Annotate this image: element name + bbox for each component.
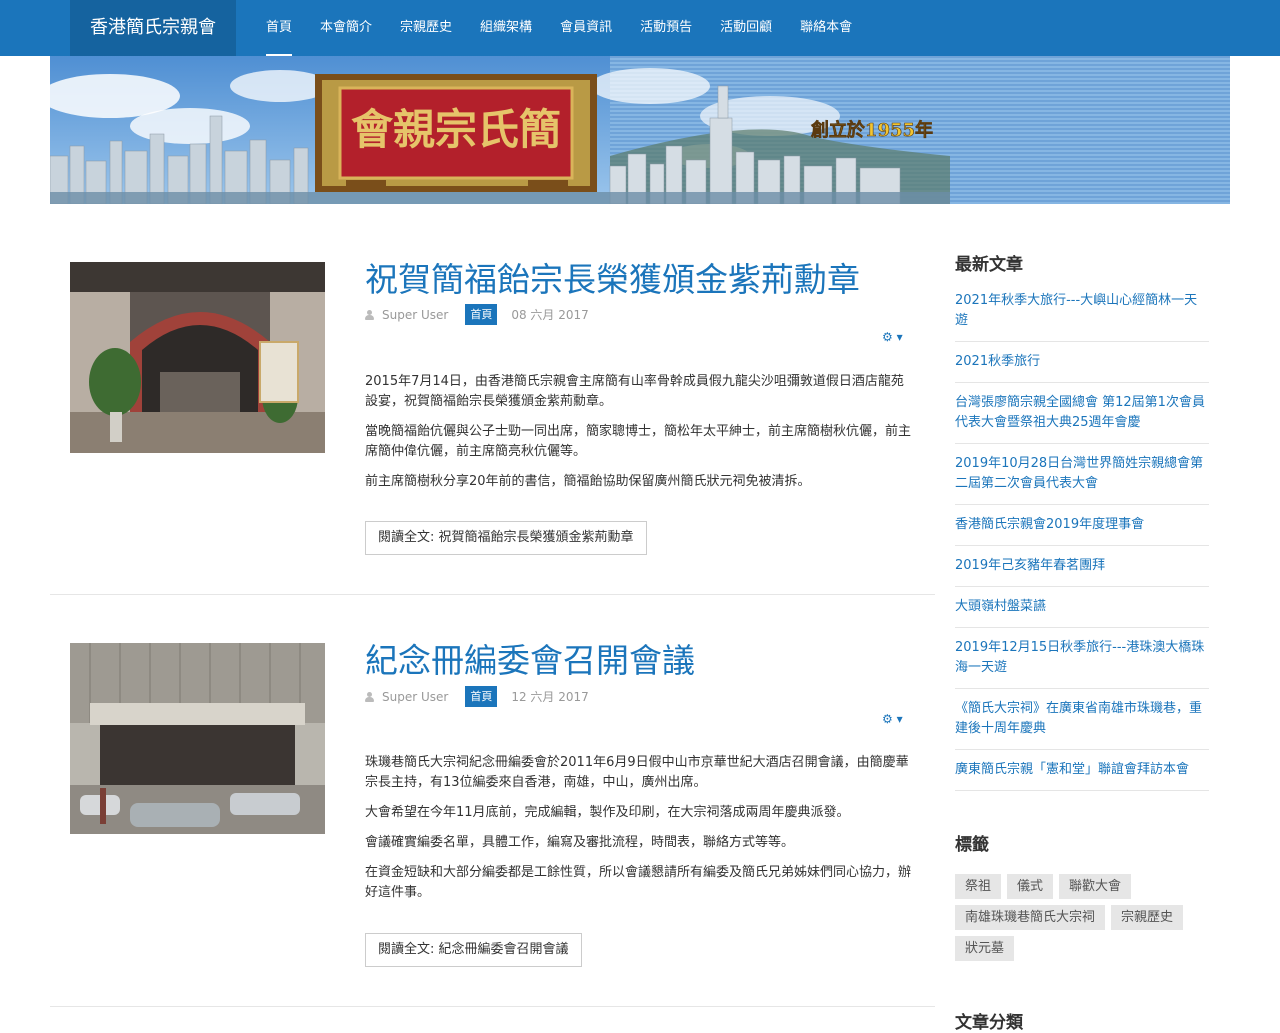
nav-item-home[interactable]: 首頁 [252,0,306,56]
list-item: 台灣張廖簡宗親全國總會 第12屆第1次會員代表大會暨祭祖大典25週年會慶 [955,393,1209,444]
article-body: 2015年7月14日，由香港簡氏宗親會主席簡有山率骨幹成員假九龍尖沙咀彌敦道假日… [365,372,913,502]
founded-text: 創立於1955年 [810,119,933,141]
nav-item-contact[interactable]: 聯絡本會 [786,0,866,56]
tag[interactable]: 儀式 [1007,874,1054,899]
read-more-button[interactable]: 閱讀全文: 紀念冊編委會召開會議 [365,933,582,967]
article-divider [50,1006,935,1007]
nav-item-events-review[interactable]: 活動回顧 [706,0,786,56]
article-tools-gear-icon[interactable]: ⚙ ▾ [882,712,903,726]
tag[interactable]: 狀元墓 [955,936,1015,961]
article-title[interactable]: 祝賀簡福飴宗長榮獲頒金紫荊勳章 [365,253,860,301]
article-paragraph: 2015年7月14日，由香港簡氏宗親會主席簡有山率骨幹成員假九龍尖沙咀彌敦道假日… [365,374,904,409]
list-item: 2019年12月15日秋季旅行---港珠澳大橋珠海一天遊 [955,638,1209,689]
latest-article-link[interactable]: 《簡氏大宗祠》在廣東省南雄市珠璣巷，重建後十周年慶典 [955,699,1209,739]
article-paragraph: 會議確實編委名單，具體工作，編寫及審批流程，時間表，聯絡方式等等。 [365,835,795,850]
nav-item-about[interactable]: 本會簡介 [306,0,386,56]
article-date: 12 六月 2017 [511,690,589,704]
tags-title: 標籤 [955,835,989,855]
latest-articles-title: 最新文章 [955,255,1023,275]
user-icon [365,309,374,320]
header-banner: 會親宗氏簡 創立於1955年 [50,56,1230,204]
plaque-text: 會親宗氏簡 [351,105,561,154]
latest-article-link[interactable]: 2021秋季旅行 [955,352,1209,372]
read-more-button[interactable]: 閱讀全文: 祝賀簡福飴宗長榮獲頒金紫荊勳章 [365,521,647,555]
article-divider [50,594,935,595]
article-category-badge[interactable]: 首頁 [465,304,498,325]
latest-article-link[interactable]: 台灣張廖簡宗親全國總會 第12屆第1次會員代表大會暨祭祖大典25週年會慶 [955,393,1209,433]
tag[interactable]: 宗親歷史 [1111,905,1184,930]
article-author: Super User [382,689,449,704]
article-paragraph: 大會希望在今年11月底前，完成編輯，製作及印刷，在大宗祠落成兩周年慶典派發。 [365,805,850,820]
tag[interactable]: 祭祖 [955,874,1002,899]
article-paragraph: 當晚簡福飴伉儷與公子士勁一同出席，簡家聰博士，簡松年太平紳士，前主席簡樹秋伉儷，… [365,424,912,459]
list-item: 2019年10月28日台灣世界簡姓宗親總會第二屆第二次會員代表大會 [955,454,1209,505]
article-category-badge[interactable]: 首頁 [465,686,498,707]
article-thumbnail[interactable] [70,643,325,834]
article-paragraph: 在資金短缺和大部分編委都是工餘性質，所以會議懇請所有編委及簡氏兄弟姊妹們同心協力… [365,865,912,900]
article-meta: Super User 首頁 12 六月 2017 [365,686,589,707]
tag[interactable]: 聯歡大會 [1059,874,1132,899]
article-paragraph: 前主席簡樹秋分享20年前的書信，簡福飴協助保留廣州簡氏狀元祠免被清拆。 [365,474,811,489]
article-paragraph: 珠璣巷簡氏大宗祠紀念冊編委會於2011年6月9日假中山市京華世紀大酒店召開會議，… [365,755,909,790]
article-date: 08 六月 2017 [511,308,589,322]
main-nav: 首頁 本會簡介 宗親歷史 組織架構 會員資訊 活動預告 活動回顧 聯絡本會 [252,0,866,56]
nav-item-organization[interactable]: 組織架構 [466,0,546,56]
tag-cloud: 祭祖 儀式 聯歡大會 南雄珠璣巷簡氏大宗祠 宗親歷史 狀元墓 [955,874,1215,967]
latest-articles-list: 2021年秋季大旅行---大嶼山心經簡林一天遊 2021秋季旅行 台灣張廖簡宗親… [955,291,1209,791]
list-item: 2021秋季旅行 [955,352,1209,383]
banner-graphic: 會親宗氏簡 創立於1955年 [50,56,950,204]
sidebar: 最新文章 2021年秋季大旅行---大嶼山心經簡林一天遊 2021秋季旅行 台灣… [955,250,1209,1033]
article-card: 紀念冊編委會召開會議 Super User 首頁 12 六月 2017 ⚙ ▾ … [50,631,935,1006]
categories-title: 文章分類 [955,1013,1023,1033]
list-item: 2019年己亥豬年春茗團拜 [955,556,1209,587]
article-card: 祝賀簡福飴宗長榮獲頒金紫荊勳章 Super User 首頁 08 六月 2017… [50,250,935,595]
article-title[interactable]: 紀念冊編委會召開會議 [365,634,695,682]
latest-article-link[interactable]: 2019年己亥豬年春茗團拜 [955,556,1209,576]
user-icon [365,691,374,702]
article-tools-gear-icon[interactable]: ⚙ ▾ [882,330,903,344]
article-meta: Super User 首頁 08 六月 2017 [365,304,589,325]
list-item: 香港簡氏宗親會2019年度理事會 [955,515,1209,546]
list-item: 廣東簡氏宗親「憲和堂」聯誼會拜訪本會 [955,760,1209,791]
article-thumbnail[interactable] [70,262,325,453]
latest-article-link[interactable]: 廣東簡氏宗親「憲和堂」聯誼會拜訪本會 [955,760,1209,780]
site-brand[interactable]: 香港簡氏宗親會 [70,0,236,56]
latest-article-link[interactable]: 大頭嶺村盤菜讌 [955,597,1209,617]
latest-article-link[interactable]: 香港簡氏宗親會2019年度理事會 [955,515,1209,535]
nav-item-history[interactable]: 宗親歷史 [386,0,466,56]
latest-article-link[interactable]: 2021年秋季大旅行---大嶼山心經簡林一天遊 [955,291,1209,331]
list-item: 2021年秋季大旅行---大嶼山心經簡林一天遊 [955,291,1209,342]
latest-article-link[interactable]: 2019年10月28日台灣世界簡姓宗親總會第二屆第二次會員代表大會 [955,454,1209,494]
list-item: 《簡氏大宗祠》在廣東省南雄市珠璣巷，重建後十周年慶典 [955,699,1209,750]
nav-item-events-preview[interactable]: 活動預告 [626,0,706,56]
nav-item-members[interactable]: 會員資訊 [546,0,626,56]
latest-article-link[interactable]: 2019年12月15日秋季旅行---港珠澳大橋珠海一天遊 [955,638,1209,678]
article-author: Super User [382,307,449,322]
tag[interactable]: 南雄珠璣巷簡氏大宗祠 [955,905,1106,930]
list-item: 大頭嶺村盤菜讌 [955,597,1209,628]
article-body: 珠璣巷簡氏大宗祠紀念冊編委會於2011年6月9日假中山市京華世紀大酒店召開會議，… [365,753,913,913]
top-navbar: 香港簡氏宗親會 首頁 本會簡介 宗親歷史 組織架構 會員資訊 活動預告 活動回顧… [0,0,1280,56]
